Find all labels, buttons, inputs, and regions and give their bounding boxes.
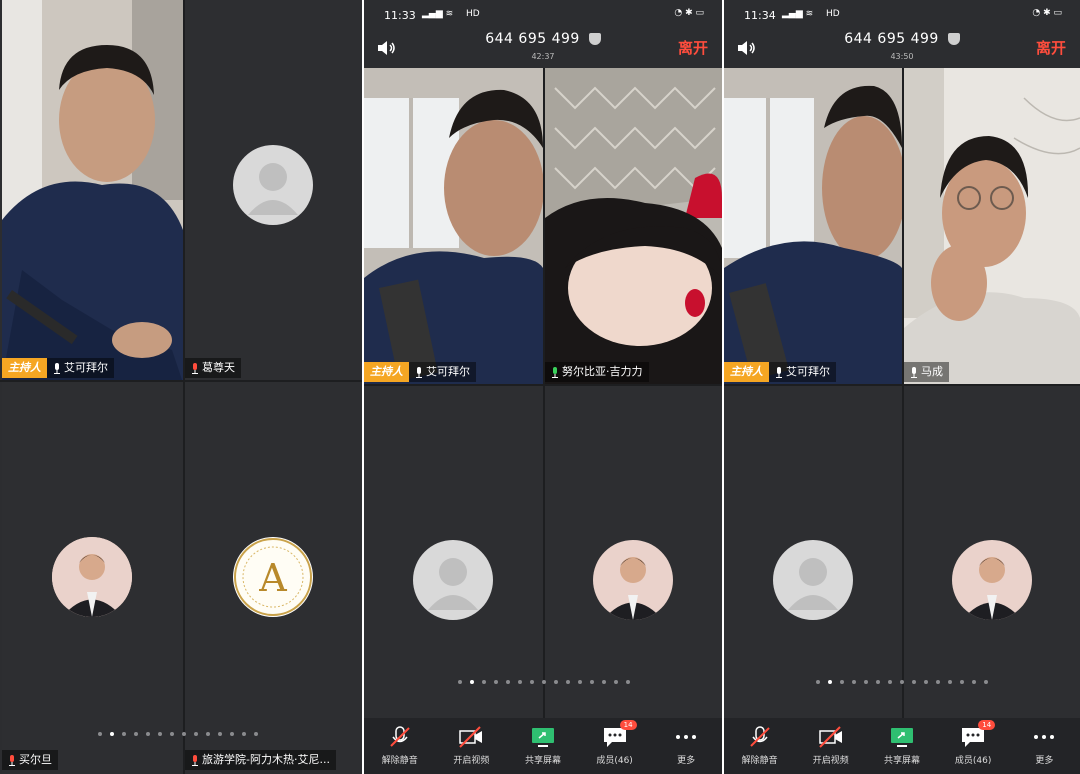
mic-muted-icon xyxy=(192,362,198,374)
meeting-id: 644 695 499 xyxy=(485,31,580,47)
mic-active-icon xyxy=(552,366,558,378)
profile-avatar xyxy=(52,537,132,617)
host-name-label: 主持人 艾可拜尔 xyxy=(2,358,114,378)
start-video-button[interactable]: 开启视频 xyxy=(441,726,501,766)
mic-icon xyxy=(911,366,917,378)
page-indicator[interactable] xyxy=(98,732,258,736)
meeting-panel-2: 11:33 ▂▄▆ ≋ HD ◔ ✱ ▭ 644 695 499 42:37 离… xyxy=(364,0,722,774)
profile-avatar xyxy=(593,540,673,620)
share-screen-icon xyxy=(890,728,913,747)
svg-text:A: A xyxy=(258,556,287,600)
mic-icon xyxy=(776,366,782,378)
video-tile-3[interactable]: 买尔旦 xyxy=(2,382,183,774)
meeting-toolbar: 解除静音 开启视频 共享屏幕 14 成员(46) 更多 xyxy=(364,718,722,774)
participant-name: 马成 xyxy=(921,365,943,378)
mic-muted-icon xyxy=(192,754,198,766)
camera-off-icon xyxy=(459,726,483,748)
shield-icon xyxy=(947,33,960,45)
network-label: HD xyxy=(466,9,480,19)
host-badge: 主持人 xyxy=(364,362,409,382)
meeting-panel-3: 11:34 ▂▄▆ ≋ HD ◔ ✱ ▭ 644 695 499 43:50 离… xyxy=(724,0,1080,774)
start-video-button[interactable]: 开启视频 xyxy=(801,726,861,766)
meeting-timer: 42:37 xyxy=(531,52,555,61)
unmute-button[interactable]: 解除静音 xyxy=(370,726,430,766)
participant-video-feed xyxy=(545,68,722,384)
host-video-feed xyxy=(2,0,183,380)
meeting-header: 644 695 499 42:37 离开 xyxy=(364,30,722,68)
status-time: 11:33 xyxy=(384,9,416,22)
more-button[interactable]: 更多 xyxy=(656,726,716,766)
monogram-avatar: A xyxy=(233,537,313,617)
video-tile-4[interactable] xyxy=(904,386,1080,718)
screenshot-collage: 主持人 艾可拜尔 葛尊天 买尔旦 A 旅游学院-阿力木热·艾尼... 11:33… xyxy=(0,0,1080,774)
video-tile-host[interactable]: 主持人 艾可拜尔 xyxy=(2,0,183,380)
participant-name: 努尔比亚·吉力力 xyxy=(562,365,643,378)
meeting-panel-1: 主持人 艾可拜尔 葛尊天 买尔旦 A 旅游学院-阿力木热·艾尼... xyxy=(0,0,362,774)
share-screen-button[interactable]: 共享屏幕 xyxy=(513,726,573,766)
participant-name: 买尔旦 xyxy=(19,753,52,766)
battery-icon: ◔ ✱ ▭ xyxy=(1032,8,1062,18)
camera-off-icon xyxy=(819,726,842,748)
signal-icon: ▂▄▆ ≋ xyxy=(782,9,814,19)
video-tile-4[interactable] xyxy=(545,386,722,718)
more-dots-icon xyxy=(676,735,697,739)
status-bar: 11:34 ▂▄▆ ≋ HD ◔ ✱ ▭ xyxy=(724,0,1080,30)
participant-name: 艾可拜尔 xyxy=(426,365,470,378)
unmute-button[interactable]: 解除静音 xyxy=(730,726,790,766)
members-button[interactable]: 14 成员(46) xyxy=(585,720,645,766)
more-dots-icon xyxy=(1034,735,1055,739)
participant-name: 艾可拜尔 xyxy=(64,361,108,374)
participant-name: 艾可拜尔 xyxy=(786,365,830,378)
host-badge: 主持人 xyxy=(2,358,47,378)
video-tile-4[interactable]: A 旅游学院-阿力木热·艾尼... xyxy=(185,382,362,774)
meeting-timer: 43:50 xyxy=(890,52,914,61)
status-time: 11:34 xyxy=(744,9,776,22)
battery-icon: ◔ ✱ ▭ xyxy=(674,8,704,18)
mic-icon xyxy=(416,366,422,378)
video-tile-3[interactable] xyxy=(724,386,902,718)
share-screen-button[interactable]: 共享屏幕 xyxy=(872,726,932,766)
default-avatar-icon xyxy=(413,540,493,620)
video-tile-2[interactable]: 努尔比亚·吉力力 xyxy=(545,68,722,384)
members-button[interactable]: 14 成员(46) xyxy=(943,720,1003,766)
mic-muted-icon xyxy=(9,754,15,766)
default-avatar-icon xyxy=(233,145,313,225)
video-tile-host[interactable]: 主持人 艾可拜尔 xyxy=(364,68,543,384)
meeting-toolbar: 解除静音 开启视频 共享屏幕 14 成员(46) 更多 xyxy=(724,718,1080,774)
meeting-header: 644 695 499 43:50 离开 xyxy=(724,30,1080,68)
default-avatar-icon xyxy=(773,540,853,620)
participant-name: 旅游学院-阿力木热·艾尼... xyxy=(202,753,330,766)
page-indicator[interactable] xyxy=(458,680,630,684)
participant-name: 葛尊天 xyxy=(202,361,235,374)
video-tile-2[interactable]: 马成 xyxy=(904,68,1080,384)
notification-badge: 14 xyxy=(978,720,996,730)
notification-badge: 14 xyxy=(619,720,637,730)
network-label: HD xyxy=(826,9,840,19)
mic-muted-icon xyxy=(390,726,410,747)
host-video-feed xyxy=(364,68,543,384)
more-button[interactable]: 更多 xyxy=(1014,726,1074,766)
signal-icon: ▂▄▆ ≋ xyxy=(422,9,454,19)
mic-icon xyxy=(54,362,60,374)
video-tile-2[interactable]: 葛尊天 xyxy=(185,0,362,380)
meeting-id: 644 695 499 xyxy=(844,31,939,47)
shield-icon xyxy=(588,33,601,45)
share-screen-icon xyxy=(531,728,554,747)
video-tile-host[interactable]: 主持人 艾可拜尔 xyxy=(724,68,902,384)
status-bar: 11:33 ▂▄▆ ≋ HD ◔ ✱ ▭ xyxy=(364,0,722,30)
host-badge: 主持人 xyxy=(724,362,769,382)
leave-button[interactable]: 离开 xyxy=(1036,37,1066,58)
leave-button[interactable]: 离开 xyxy=(678,37,708,58)
video-tile-3[interactable] xyxy=(364,386,543,718)
profile-avatar xyxy=(952,540,1032,620)
participant-video-feed xyxy=(904,68,1080,384)
page-indicator[interactable] xyxy=(816,680,988,684)
mic-muted-icon xyxy=(749,726,770,747)
host-video-feed xyxy=(724,68,902,384)
